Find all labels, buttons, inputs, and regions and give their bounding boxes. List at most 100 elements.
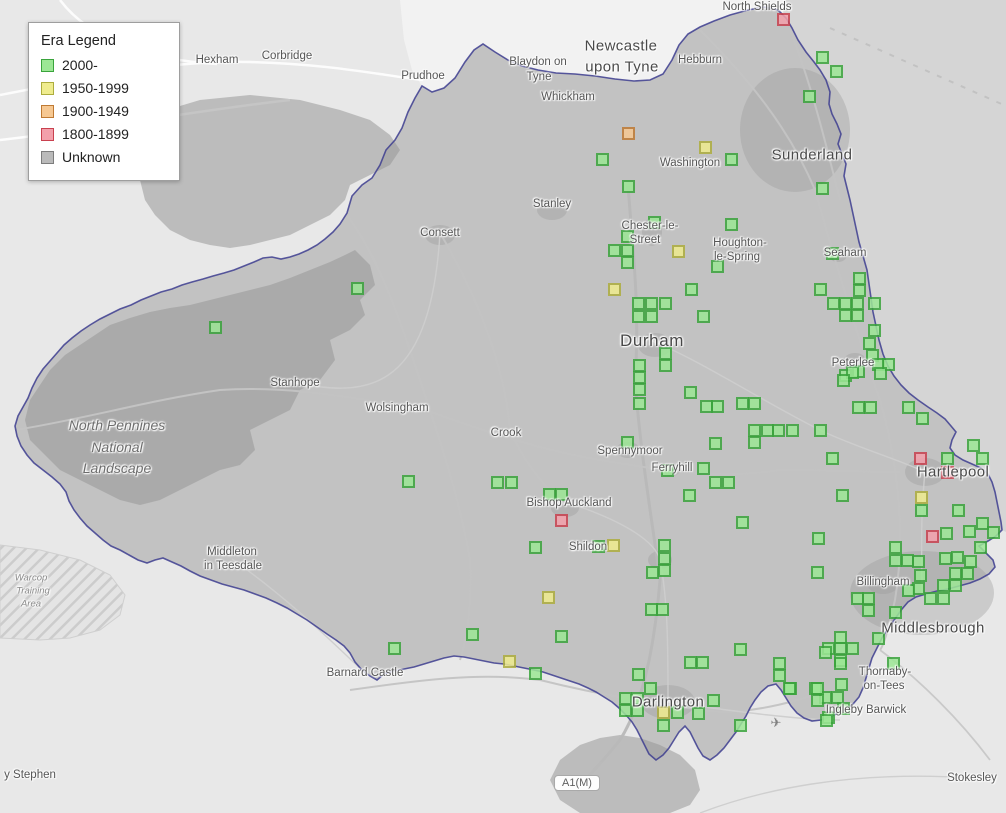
map-canvas[interactable]: Newcastle upon Tyne Sunderland Durham Hartle…	[0, 0, 1006, 813]
era-marker[interactable]	[863, 400, 877, 414]
era-marker[interactable]	[776, 12, 790, 26]
era-marker[interactable]	[819, 713, 833, 727]
era-marker[interactable]	[655, 602, 669, 616]
era-marker[interactable]	[710, 259, 724, 273]
era-marker[interactable]	[815, 50, 829, 64]
era-marker[interactable]	[607, 282, 621, 296]
era-marker[interactable]	[975, 451, 989, 465]
era-marker[interactable]	[923, 591, 937, 605]
era-marker[interactable]	[696, 461, 710, 475]
era-marker[interactable]	[845, 641, 859, 655]
era-marker[interactable]	[465, 627, 479, 641]
era-marker[interactable]	[888, 540, 902, 554]
era-marker[interactable]	[631, 296, 645, 310]
era-marker[interactable]	[833, 656, 847, 670]
era-marker[interactable]	[873, 366, 887, 380]
era-marker[interactable]	[829, 64, 843, 78]
era-marker[interactable]	[721, 475, 735, 489]
era-marker[interactable]	[825, 451, 839, 465]
era-marker[interactable]	[554, 513, 568, 527]
era-marker[interactable]	[621, 179, 635, 193]
era-marker[interactable]	[802, 89, 816, 103]
era-marker[interactable]	[986, 525, 1000, 539]
era-marker[interactable]	[658, 296, 672, 310]
era-marker[interactable]	[850, 308, 864, 322]
era-marker[interactable]	[208, 320, 222, 334]
era-marker[interactable]	[940, 465, 954, 479]
era-marker[interactable]	[960, 566, 974, 580]
era-marker[interactable]	[706, 693, 720, 707]
era-marker[interactable]	[658, 358, 672, 372]
era-marker[interactable]	[813, 423, 827, 437]
era-marker[interactable]	[490, 475, 504, 489]
era-marker[interactable]	[811, 531, 825, 545]
era-marker[interactable]	[630, 703, 644, 717]
era-marker[interactable]	[682, 488, 696, 502]
era-marker[interactable]	[504, 475, 518, 489]
era-marker[interactable]	[647, 215, 661, 229]
era-marker[interactable]	[950, 550, 964, 564]
era-marker[interactable]	[936, 591, 950, 605]
era-marker[interactable]	[733, 642, 747, 656]
era-marker[interactable]	[913, 451, 927, 465]
era-marker[interactable]	[502, 654, 516, 668]
era-marker[interactable]	[387, 641, 401, 655]
era-marker[interactable]	[940, 451, 954, 465]
era-marker[interactable]	[656, 705, 670, 719]
era-marker[interactable]	[591, 539, 605, 553]
era-marker[interactable]	[695, 655, 709, 669]
era-marker[interactable]	[901, 400, 915, 414]
era-marker[interactable]	[632, 396, 646, 410]
era-marker[interactable]	[621, 126, 635, 140]
era-marker[interactable]	[886, 656, 900, 670]
era-marker[interactable]	[660, 463, 674, 477]
era-marker[interactable]	[962, 524, 976, 538]
era-marker[interactable]	[724, 152, 738, 166]
era-marker[interactable]	[684, 282, 698, 296]
era-marker[interactable]	[670, 705, 684, 719]
era-marker[interactable]	[911, 554, 925, 568]
era-marker[interactable]	[867, 323, 881, 337]
era-marker[interactable]	[747, 396, 761, 410]
era-marker[interactable]	[671, 244, 685, 258]
era-marker[interactable]	[691, 706, 705, 720]
era-marker[interactable]	[657, 563, 671, 577]
era-marker[interactable]	[528, 540, 542, 554]
era-marker[interactable]	[747, 435, 761, 449]
era-marker[interactable]	[871, 631, 885, 645]
era-marker[interactable]	[631, 309, 645, 323]
era-marker[interactable]	[913, 568, 927, 582]
era-marker[interactable]	[951, 503, 965, 517]
era-marker[interactable]	[528, 666, 542, 680]
era-marker[interactable]	[631, 667, 645, 681]
era-marker[interactable]	[772, 668, 786, 682]
era-marker[interactable]	[733, 718, 747, 732]
era-marker[interactable]	[852, 283, 866, 297]
era-marker[interactable]	[698, 140, 712, 154]
era-marker[interactable]	[735, 515, 749, 529]
era-marker[interactable]	[810, 565, 824, 579]
era-marker[interactable]	[657, 538, 671, 552]
era-marker[interactable]	[620, 435, 634, 449]
era-marker[interactable]	[554, 629, 568, 643]
era-marker[interactable]	[782, 681, 796, 695]
era-marker[interactable]	[836, 701, 850, 715]
era-marker[interactable]	[818, 645, 832, 659]
era-marker[interactable]	[606, 538, 620, 552]
era-marker[interactable]	[834, 677, 848, 691]
era-marker[interactable]	[632, 382, 646, 396]
era-marker[interactable]	[888, 605, 902, 619]
era-marker[interactable]	[771, 423, 785, 437]
era-marker[interactable]	[836, 373, 850, 387]
era-marker[interactable]	[915, 411, 929, 425]
era-marker[interactable]	[939, 526, 953, 540]
era-marker[interactable]	[683, 385, 697, 399]
era-marker[interactable]	[620, 229, 634, 243]
era-marker[interactable]	[861, 603, 875, 617]
era-marker[interactable]	[966, 438, 980, 452]
era-marker[interactable]	[810, 693, 824, 707]
era-marker[interactable]	[644, 309, 658, 323]
era-marker[interactable]	[914, 503, 928, 517]
era-marker[interactable]	[708, 436, 722, 450]
era-marker[interactable]	[620, 255, 634, 269]
